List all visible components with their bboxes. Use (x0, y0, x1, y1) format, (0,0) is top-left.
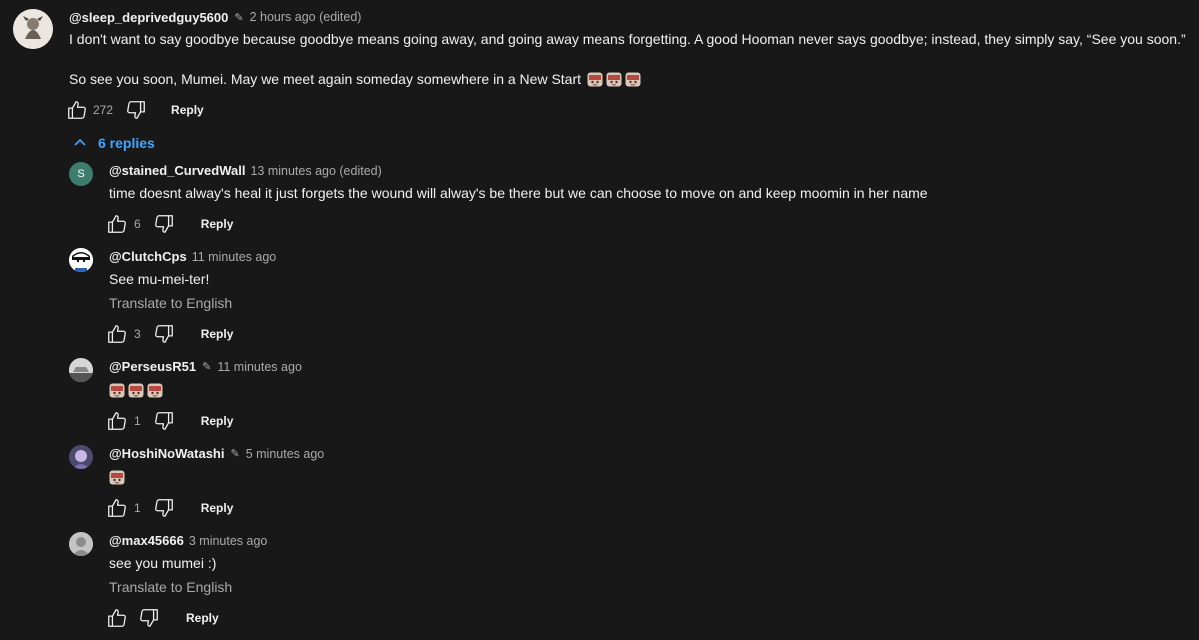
pencil-icon: ✎ (234, 11, 244, 24)
reply-text: See mu-mei-ter! (109, 271, 210, 287)
like-icon[interactable] (106, 410, 128, 432)
emote-icon (147, 383, 163, 398)
replies-toggle[interactable]: 6 replies (72, 135, 155, 151)
reply-actions: 1 Reply (106, 410, 233, 432)
reply-author[interactable]: @max45666 (109, 533, 184, 548)
avatar-letter: S (77, 168, 85, 180)
reply-actions: Reply (106, 607, 219, 629)
reply-actions: 3 Reply (106, 323, 233, 345)
dislike-icon[interactable] (153, 497, 175, 519)
like-count: 6 (134, 217, 141, 231)
avatar[interactable] (13, 9, 53, 49)
reply-button[interactable]: Reply (201, 414, 234, 428)
reply-time[interactable]: 3 minutes ago (189, 534, 268, 548)
emote-icon (587, 72, 603, 87)
like-count: 272 (93, 103, 114, 117)
comment-text-line1: I don't want to say goodbye because good… (69, 31, 1186, 47)
reply-header: @max45666 3 minutes ago (109, 533, 267, 548)
like-count: 1 (134, 414, 141, 428)
translate-link[interactable]: Translate to English (109, 295, 232, 311)
like-icon[interactable] (106, 213, 128, 235)
reply-author[interactable]: @HoshiNoWatashi (109, 446, 224, 461)
reply-actions: 1 Reply (106, 497, 233, 519)
comment-author[interactable]: @sleep_deprivedguy5600 (69, 10, 228, 25)
comment-time[interactable]: 2 hours ago (edited) (250, 10, 362, 24)
reply-actions: 6 Reply (106, 213, 233, 235)
like-icon[interactable] (106, 607, 128, 629)
emote-icon (128, 383, 144, 398)
emote-icon (625, 72, 641, 87)
translate-link[interactable]: Translate to English (109, 579, 232, 595)
like-icon[interactable] (106, 497, 128, 519)
dislike-icon[interactable] (125, 99, 147, 121)
reply-emotes (109, 383, 163, 398)
reply-header: @HoshiNoWatashi ✎ 5 minutes ago (109, 446, 324, 461)
reply-author[interactable]: @PerseusR51 (109, 359, 196, 374)
reply-emotes (109, 470, 125, 485)
dislike-icon[interactable] (153, 323, 175, 345)
reply-time[interactable]: 13 minutes ago (edited) (250, 164, 381, 178)
pencil-icon: ✎ (230, 448, 240, 460)
like-count: 3 (134, 327, 141, 341)
reply-text: time doesnt alway's heal it just forgets… (109, 185, 928, 201)
dislike-icon[interactable] (138, 607, 160, 629)
reply-button[interactable]: Reply (201, 217, 234, 231)
reply-text: see you mumei :) (109, 555, 217, 571)
avatar[interactable]: S (69, 162, 93, 186)
replies-toggle-label[interactable]: 6 replies (98, 135, 155, 151)
comment-header: @sleep_deprivedguy5600 ✎ 2 hours ago (ed… (69, 9, 361, 25)
emote-icon (109, 470, 125, 485)
avatar[interactable] (69, 358, 93, 382)
emote-icon (109, 383, 125, 398)
comment-text-line2: So see you soon, Mumei. May we meet agai… (69, 71, 582, 87)
avatar[interactable] (69, 248, 93, 272)
reply-button[interactable]: Reply (186, 611, 219, 625)
reply-button[interactable]: Reply (201, 501, 234, 515)
pencil-icon: ✎ (202, 361, 212, 373)
avatar[interactable] (69, 532, 93, 556)
reply-header: @PerseusR51 ✎ 11 minutes ago (109, 359, 302, 374)
reply-time[interactable]: 11 minutes ago (217, 360, 302, 374)
reply-header: @stained_CurvedWall 13 minutes ago (edit… (109, 163, 382, 178)
dislike-icon[interactable] (153, 213, 175, 235)
comment-text-line2-row: So see you soon, Mumei. May we meet agai… (69, 71, 641, 87)
emote-icon (606, 72, 622, 87)
like-count: 1 (134, 501, 141, 515)
reply-button[interactable]: Reply (201, 327, 234, 341)
comment-actions: 272 Reply (66, 99, 204, 121)
avatar[interactable] (69, 445, 93, 469)
reply-button[interactable]: Reply (171, 103, 204, 117)
like-icon[interactable] (106, 323, 128, 345)
chevron-up-icon (74, 138, 86, 146)
reply-author[interactable]: @stained_CurvedWall (109, 163, 245, 178)
reply-header: @ClutchCps 11 minutes ago (109, 249, 276, 264)
reply-author[interactable]: @ClutchCps (109, 249, 187, 264)
reply-time[interactable]: 11 minutes ago (192, 250, 277, 264)
reply-time[interactable]: 5 minutes ago (246, 447, 325, 461)
like-icon[interactable] (66, 99, 88, 121)
dislike-icon[interactable] (153, 410, 175, 432)
